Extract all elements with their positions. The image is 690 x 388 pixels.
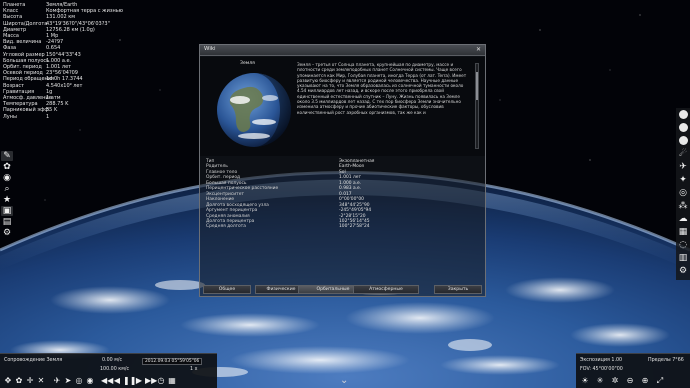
star-icon[interactable]: ★: [1, 195, 13, 205]
close-button[interactable]: Закрыть: [434, 285, 482, 294]
navigation-bar: Сопровождение Земля 0.00 м/с 100.00 км/с…: [0, 353, 217, 388]
moon-filter-icon[interactable]: [677, 123, 689, 134]
time-rate: 1 x: [190, 367, 198, 372]
camera-icons: ☀ ✳ ✲ ⊖ ⊕ ⤢: [579, 375, 669, 386]
wiki-window: Wiki ✕ Земля Земля – третья от Солнца пл…: [199, 44, 486, 297]
info-key: Луны: [3, 113, 17, 120]
rewind-icon[interactable]: ◀◀: [101, 375, 113, 386]
fast-forward-icon[interactable]: ▶▶: [145, 375, 157, 386]
speed-limit-readout: 100.00 км/с: [100, 367, 130, 372]
galaxy-filter-icon[interactable]: ◎: [677, 188, 689, 199]
param-key: Средняя долгота: [206, 224, 246, 230]
stars-icon[interactable]: ✳: [594, 375, 606, 386]
wiki-description: Земля – третья от Солнца планета, крупне…: [297, 62, 467, 115]
orbit-filter-icon[interactable]: ◌: [677, 240, 689, 251]
pencil-icon[interactable]: ✎: [1, 151, 13, 161]
follow-mode-label: Сопровождение Земля: [4, 358, 63, 363]
star-filter-icon[interactable]: ✦: [677, 175, 689, 186]
tab-atmospheric[interactable]: Атмосферные: [353, 285, 419, 294]
earth-planet-image: [217, 73, 291, 147]
calendar-icon[interactable]: ▦: [167, 375, 177, 386]
close-icon[interactable]: ✕: [475, 47, 482, 53]
reverse-icon[interactable]: ◀: [112, 375, 122, 386]
nebula-filter-icon[interactable]: ☁: [677, 214, 689, 225]
free-flight-icon[interactable]: ✈: [52, 375, 62, 386]
fullscreen-icon[interactable]: ⤢: [654, 375, 666, 386]
stop-icon[interactable]: ◉: [85, 375, 95, 386]
label-filter-icon[interactable]: ▥: [677, 253, 689, 264]
eye-icon[interactable]: ◉: [1, 173, 13, 183]
clock-icon[interactable]: ◷: [156, 375, 166, 386]
planet-filter-icon[interactable]: [677, 110, 689, 121]
goto-icon[interactable]: ➤: [63, 375, 73, 386]
wiki-title: Wiki: [204, 46, 216, 52]
asteroid-filter-icon[interactable]: [677, 136, 689, 147]
move-icon[interactable]: ✛: [25, 375, 35, 386]
tab-general[interactable]: Общее: [203, 285, 251, 294]
comet-filter-icon[interactable]: ☄: [677, 149, 689, 160]
close-icon[interactable]: ✕: [36, 375, 46, 386]
gear-icon[interactable]: ⚙: [1, 228, 13, 238]
orbital-parameters-table: Тип Экзопланетная Родитель Earth-Moon Главно…: [206, 159, 476, 230]
search-icon[interactable]: ⌕: [1, 184, 13, 194]
info-row: Луны 1: [3, 114, 123, 120]
param-row: Средняя долгота 100°27'58"24: [206, 224, 476, 229]
settings-wheel-icon[interactable]: ✿: [14, 375, 24, 386]
orbit-icon[interactable]: ✥: [3, 375, 13, 386]
zoom-out-icon[interactable]: ⊖: [624, 375, 636, 386]
cluster-filter-icon[interactable]: ⁂: [677, 201, 689, 212]
camera-icon[interactable]: ▣: [1, 206, 13, 216]
brightness-icon[interactable]: ☀: [579, 375, 591, 386]
zoom-in-icon[interactable]: ⊕: [639, 375, 651, 386]
sparkle-icon[interactable]: ✲: [609, 375, 621, 386]
wiki-summary: Земля Земля – третья от Солнца планета, …: [200, 57, 485, 156]
gear-icon[interactable]: ⚙: [677, 266, 689, 277]
info-value: 1: [46, 113, 50, 120]
grid-filter-icon[interactable]: ▦: [677, 227, 689, 238]
description-scrollbar[interactable]: [475, 63, 479, 149]
left-toolbar: ✎ ✿ ◉ ⌕ ★ ▣ ▤ ⚙: [0, 150, 15, 246]
image-caption: Земля: [240, 61, 255, 66]
speed-readout: 0.00 м/с: [102, 358, 123, 363]
object-info-panel: Планета Земля/Earth Класс Комфортная терра …: [3, 2, 123, 120]
pause-icon[interactable]: ❚❚: [123, 375, 136, 386]
spacecraft-filter-icon[interactable]: ✈: [677, 162, 689, 173]
settings-wheel-icon[interactable]: ✿: [1, 162, 13, 172]
target-icon[interactable]: ◎: [74, 375, 84, 386]
fov-readout: FOV: 45°00'00"00: [580, 367, 623, 372]
limit-readout: Пределы 7°66: [648, 358, 684, 363]
play-icon[interactable]: ▶: [134, 375, 144, 386]
param-value: 100°27'58"24: [339, 224, 370, 230]
right-toolbar: ☄ ✈ ✦ ◎ ⁂ ☁ ▦ ◌ ▥ ⚙: [676, 108, 690, 280]
camera-bar: Экспозиция 1.00 Пределы 7°66 FOV: 45°00'…: [576, 353, 690, 388]
datetime-field[interactable]: 2012.09.03 05°59'05"06: [142, 358, 202, 365]
wiki-titlebar[interactable]: Wiki ✕: [200, 45, 485, 56]
wiki-tab-bar: Общее Физические Орбитальные Атмосферные…: [203, 285, 482, 295]
map-icon[interactable]: ▤: [1, 217, 13, 227]
navigation-icons: ✥ ✿ ✛ ✕ ✈ ➤ ◎ ◉ ◀◀ ◀ ❚❚ ▶ ▶▶ ◷ ▦: [3, 375, 178, 386]
exposure-readout: Экспозиция 1.00: [580, 358, 623, 363]
center-menu-arrow-icon[interactable]: ⌄: [340, 375, 348, 386]
